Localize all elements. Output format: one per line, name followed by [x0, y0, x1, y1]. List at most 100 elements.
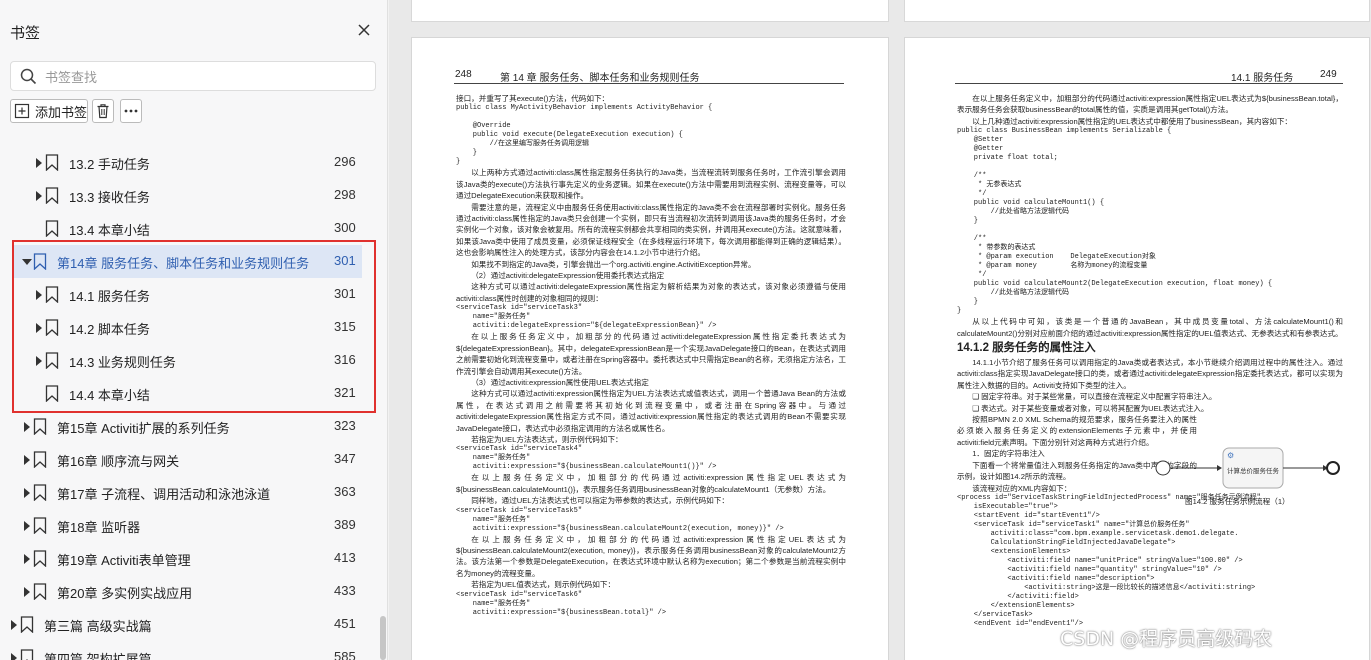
bookmark-label: 13.3 接收任务 — [69, 190, 150, 205]
csdn-watermark: CSDN @程序员高级码农 — [1060, 628, 1273, 650]
paragraph: 以上两种方式通过activiti:class属性指定服务任务执行的Java类，当… — [456, 168, 846, 201]
expand-arrow-icon[interactable] — [10, 620, 18, 630]
expand-arrow-icon[interactable] — [10, 653, 18, 660]
delete-bookmark-button[interactable] — [92, 99, 114, 123]
more-options-button[interactable] — [120, 99, 142, 123]
bookmark-page-number: 363 — [334, 484, 356, 499]
paragraph: 在以上服务任务定义中，加粗部分的代码通过activiti:expression属… — [456, 534, 846, 578]
paragraph: 这种方式可以通过activiti:expression属性指定为UEL方法表达式… — [456, 389, 846, 433]
bookmark-item[interactable]: 第16章 顺序流与网关 347 — [0, 443, 380, 476]
bookmark-label: 第三篇 高级实战篇 — [44, 619, 152, 634]
bookmark-item[interactable]: 14.2 脚本任务 315 — [0, 311, 380, 344]
bookmark-item[interactable]: 13.2 手动任务 296 — [0, 146, 380, 179]
document-page-right: 14.1 服务任务 249 在以上服务任务定义中，加粗部分的代码通过activi… — [904, 37, 1370, 660]
bookmark-icon — [33, 451, 47, 468]
service-task-label: 计算总价服务任务 — [1227, 466, 1280, 475]
page-number: 248 — [455, 69, 472, 80]
bookmark-icon — [33, 484, 47, 501]
section-title: 14.1.2 服务任务的属性注入 — [957, 342, 1096, 355]
bookmark-label: 第17章 子流程、调用活动和泳池泳道 — [57, 487, 271, 502]
bookmark-item[interactable]: 14.3 业务规则任务 316 — [0, 344, 380, 377]
arrowhead — [1217, 465, 1222, 471]
bookmark-panel-title: 书签 — [10, 25, 41, 42]
code-block: <serviceTask id="serviceTask6" name="服务任… — [456, 590, 667, 617]
bookmark-page-number: 298 — [334, 187, 356, 202]
bookmark-item[interactable]: 第15章 Activiti扩展的系列任务 323 — [0, 410, 380, 443]
bookmark-label: 第15章 Activiti扩展的系列任务 — [57, 421, 230, 436]
expand-arrow-icon[interactable] — [23, 422, 31, 432]
bookmark-item[interactable]: 第17章 子流程、调用活动和泳池泳道 363 — [0, 476, 380, 509]
add-bookmark-label: 添加书签 — [35, 104, 88, 120]
expand-arrow-icon[interactable] — [35, 191, 43, 201]
search-icon — [20, 68, 37, 85]
gear-icon: ⚙ — [1227, 451, 1234, 460]
scrollbar-thumb[interactable] — [380, 616, 386, 660]
expand-arrow-icon[interactable] — [35, 158, 43, 168]
bookmark-tree: 13.2 手动任务 296 13.3 接收任务 298 13.4 本章小结 30… — [0, 146, 380, 660]
collapse-arrow-icon[interactable] — [22, 258, 32, 266]
previous-page-bottom — [904, 0, 1370, 22]
bookmark-search-input[interactable] — [45, 67, 365, 87]
bookmark-item[interactable]: 14.4 本章小结 321 — [0, 377, 380, 410]
start-event — [1155, 460, 1171, 476]
bookmark-page-number: 323 — [334, 418, 356, 433]
bookmark-item[interactable]: 13.3 接收任务 298 — [0, 179, 380, 212]
bookmark-page-number: 585 — [334, 649, 356, 660]
bookmark-icon — [45, 385, 59, 402]
bookmark-icon — [33, 517, 47, 534]
code-block: public class MyActivityBehavior implemen… — [456, 104, 713, 167]
paragraph: 在以上服务任务定义中，加粗部分的代码通过activiti:expression属… — [456, 473, 846, 494]
bookmark-item[interactable]: 第四篇 架构扩展篇 585 — [0, 641, 380, 660]
paragraph: 在以上服务任务定义中，加粗部分的代码通过activiti:expression属… — [957, 94, 1343, 115]
bookmark-label: 13.4 本章小结 — [69, 223, 150, 238]
bookmark-item[interactable]: 第19章 Activiti表单管理 413 — [0, 542, 380, 575]
bookmark-page-number: 433 — [334, 583, 356, 598]
close-icon[interactable] — [356, 22, 372, 38]
paragraph: 14.1.1小节介绍了服务任务可以调用指定的Java类或者表达式，本小节继续介绍… — [957, 358, 1343, 390]
expand-arrow-icon[interactable] — [35, 323, 43, 333]
bookmark-label: 第16章 顺序流与网关 — [57, 454, 180, 469]
expand-arrow-icon[interactable] — [23, 488, 31, 498]
bookmark-icon — [45, 352, 59, 369]
bookmark-label: 第14章 服务任务、脚本任务和业务规则任务 — [57, 256, 310, 271]
bookmark-label: 第19章 Activiti表单管理 — [57, 553, 191, 568]
add-bookmark-button[interactable]: 添加书签 — [10, 99, 88, 123]
bookmark-item[interactable]: 第18章 监听器 389 — [0, 509, 380, 542]
bookmark-item[interactable]: 13.4 本章小结 300 — [0, 212, 380, 245]
bullet-item: ❑ 固定字符串。对于某些常量，可以直接在流程定义中配置字符串注入。 — [972, 392, 1217, 402]
trash-icon — [97, 104, 109, 119]
bookmark-page-number: 413 — [334, 550, 356, 565]
bookmark-item[interactable]: 第三篇 高级实战篇 451 — [0, 608, 380, 641]
more-icon — [124, 109, 138, 113]
expand-arrow-icon[interactable] — [23, 455, 31, 465]
expand-arrow-icon[interactable] — [35, 290, 43, 300]
code-block: <serviceTask id="serviceTask5" name="服务任… — [456, 506, 784, 533]
bookmark-label: 第四篇 架构扩展篇 — [44, 652, 152, 660]
bookmark-label: 14.2 脚本任务 — [69, 322, 150, 337]
bookmark-search-box[interactable] — [10, 61, 376, 91]
bookmark-label: 14.4 本章小结 — [69, 388, 150, 403]
expand-arrow-icon[interactable] — [23, 554, 31, 564]
bookmark-icon — [20, 616, 34, 633]
bookmark-icon — [45, 187, 59, 204]
paragraph: 同样地，通过UEL方法表达式也可以指定为带参数的表达式，示例代码如下： — [471, 496, 729, 506]
bookmark-label: 第18章 监听器 — [57, 520, 141, 535]
bookmark-icon — [45, 286, 59, 303]
bookmark-item[interactable]: 第20章 多实例实战应用 433 — [0, 575, 380, 608]
page-body: 接口，并重写了其execute()方法，代码如下： public class M… — [456, 93, 846, 618]
bookmark-item[interactable]: 14.1 服务任务 301 — [0, 278, 380, 311]
expand-arrow-icon[interactable] — [23, 587, 31, 597]
paragraph: 这种方式可以通过activiti:delegateExpression属性指定为… — [456, 282, 846, 303]
code-block: <serviceTask id="serviceTask3" name="服务任… — [456, 304, 717, 331]
bookmark-label: 第20章 多实例实战应用 — [57, 586, 193, 601]
bookmark-panel: 书签 添加书签 — [0, 0, 388, 660]
running-header: 第 14 章 服务任务、脚本任务和业务规则任务 — [500, 73, 700, 84]
bookmark-item-chapter-14[interactable]: 第14章 服务任务、脚本任务和业务规则任务 301 — [14, 245, 362, 278]
expand-arrow-icon[interactable] — [35, 356, 43, 366]
bookmark-page-number: 389 — [334, 517, 356, 532]
bookmark-label: 14.3 业务规则任务 — [69, 355, 176, 370]
end-event — [1326, 461, 1340, 475]
expand-arrow-icon[interactable] — [23, 521, 31, 531]
figure-caption: 图14.2 服务任务示例流程（1） — [1185, 497, 1290, 506]
bookmark-scrollbar[interactable] — [380, 146, 386, 660]
